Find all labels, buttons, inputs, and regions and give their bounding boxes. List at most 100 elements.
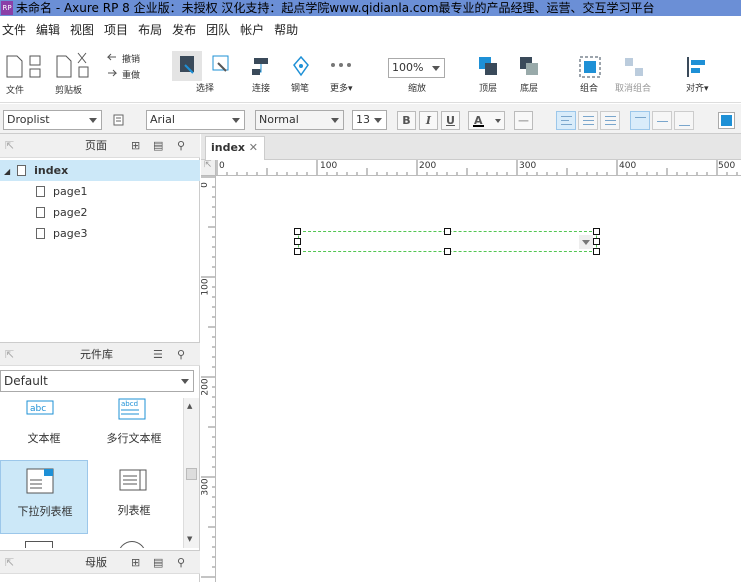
select-tool-button[interactable] [172, 51, 202, 81]
add-folder-icon[interactable]: ▤ [153, 557, 163, 569]
ruler-label: 400 [619, 161, 637, 171]
pen-label: 钢笔 [291, 84, 310, 94]
group-icon[interactable] [578, 55, 602, 79]
collapse-icon[interactable]: ⇱ [5, 349, 14, 361]
chevron-down-icon [331, 118, 339, 123]
valign-bottom-button[interactable] [674, 111, 694, 130]
menu-icon[interactable]: ☰ [153, 349, 163, 361]
format-painter-icon[interactable] [112, 113, 126, 127]
align-right-button[interactable] [600, 111, 620, 130]
page-tree-item-page2[interactable]: page2 [0, 202, 200, 223]
resize-handle[interactable] [593, 228, 600, 235]
select-intersect-icon[interactable] [210, 53, 232, 75]
menu-view[interactable]: 视图 [70, 21, 94, 38]
fill-color-button[interactable] [718, 112, 735, 129]
ruler-label: 100 [201, 278, 211, 296]
font-size-select[interactable]: 13 [352, 110, 387, 130]
scroll-down-icon[interactable]: ▼ [187, 535, 192, 543]
select-arrow-icon [180, 56, 194, 74]
ungroup-icon[interactable] [622, 55, 646, 79]
zoom-select[interactable]: 100% [388, 58, 445, 78]
search-icon[interactable]: ⚲ [177, 140, 185, 152]
close-icon[interactable]: ✕ [249, 137, 258, 159]
add-folder-icon[interactable]: ▤ [153, 140, 163, 152]
pen-icon[interactable] [290, 55, 312, 77]
collapse-icon[interactable]: ⇱ [5, 140, 14, 152]
undo-label[interactable]: 撤销 [122, 52, 140, 65]
menu-project[interactable]: 项目 [104, 21, 128, 38]
pages-panel-header: ⇱ 页面 ⊞ ▤ ⚲ [0, 134, 200, 158]
align-center-button[interactable] [578, 111, 598, 130]
page-tree-item-page3[interactable]: page3 [0, 223, 200, 244]
search-icon[interactable]: ⚲ [177, 349, 185, 361]
send-to-back-icon[interactable] [518, 55, 542, 79]
tab-index[interactable]: index ✕ [205, 136, 265, 160]
connect-label: 连接 [252, 84, 271, 94]
expand-triangle-icon[interactable]: ◢ [4, 167, 10, 176]
scroll-up-icon[interactable]: ▲ [187, 402, 192, 410]
page-tree-item-page1[interactable]: page1 [0, 181, 200, 202]
ungroup-label: 取消组合 [615, 84, 652, 94]
resize-handle[interactable] [593, 248, 600, 255]
page-icon [36, 207, 45, 218]
menu-layout[interactable]: 布局 [138, 21, 162, 38]
menu-team[interactable]: 团队 [206, 21, 230, 38]
ruler-label: 0 [219, 161, 225, 171]
resize-handle[interactable] [593, 238, 600, 245]
resize-handle[interactable] [294, 228, 301, 235]
menu-help[interactable]: 帮助 [274, 21, 298, 38]
widget-listbox[interactable]: 列表框 [90, 460, 178, 534]
ruler-label: 500 [718, 161, 736, 171]
italic-button[interactable]: I [419, 111, 438, 130]
left-panel: ⇱ 页面 ⊞ ▤ ⚲ ◢ index page1 page2 page3 ⇱ 元件… [0, 134, 200, 582]
bullet-button[interactable]: — [514, 111, 533, 130]
resize-handle[interactable] [444, 248, 451, 255]
page-tree-item-index[interactable]: ◢ index [0, 160, 200, 181]
widget-droplist[interactable]: 下拉列表框 [0, 460, 88, 534]
search-icon[interactable]: ⚲ [177, 557, 185, 569]
underline-button[interactable]: U [441, 111, 460, 130]
masters-panel-header: ⇱ 母版 ⊞ ▤ ⚲ [0, 550, 200, 574]
menu-edit[interactable]: 编辑 [36, 21, 60, 38]
undo-redo-icon[interactable] [105, 51, 119, 79]
resize-handle[interactable] [294, 238, 301, 245]
resize-handle[interactable] [294, 248, 301, 255]
font-family-select[interactable]: Arial [146, 110, 245, 130]
more-icon[interactable] [330, 61, 352, 69]
menu-account[interactable]: 帐户 [240, 21, 264, 38]
widget-library-select[interactable]: Default [0, 370, 194, 392]
droplist-icon [26, 468, 54, 494]
bold-button[interactable]: B [397, 111, 416, 130]
resize-handle[interactable] [444, 228, 451, 235]
add-page-icon[interactable]: ⊞ [131, 140, 140, 152]
align-left-button[interactable] [556, 111, 576, 130]
bring-to-front-icon[interactable] [477, 55, 501, 79]
ruler-label: 200 [201, 378, 211, 396]
widget-type-select[interactable]: Droplist [3, 110, 102, 130]
font-color-button[interactable]: A [468, 111, 505, 130]
scroll-thumb[interactable] [186, 468, 197, 480]
align-icon[interactable] [685, 55, 709, 79]
align-label[interactable]: 对齐▾ [686, 81, 709, 94]
redo-label[interactable]: 重做 [122, 68, 140, 81]
connect-icon[interactable] [250, 55, 272, 77]
widgets-panel-header: ⇱ 元件库 ☰ ⚲ [0, 342, 200, 366]
fill-swatch [721, 115, 732, 126]
clipboard-icon[interactable] [54, 51, 94, 81]
valign-top-button[interactable] [630, 111, 650, 130]
file-icon[interactable] [4, 53, 46, 81]
more-label[interactable]: 更多▾ [330, 81, 353, 94]
font-style-select[interactable]: Normal [255, 110, 344, 130]
widget-scrollbar[interactable]: ▲ ▼ [183, 398, 199, 548]
menu-file[interactable]: 文件 [2, 21, 26, 38]
ruler-label: 0 [201, 182, 210, 188]
chevron-down-icon [495, 119, 501, 123]
zoom-label: 缩放 [408, 84, 427, 94]
valign-middle-button[interactable] [652, 111, 672, 130]
widgets-panel-title: 元件库 [80, 348, 113, 361]
group-label: 组合 [580, 84, 599, 94]
collapse-icon[interactable]: ⇱ [5, 557, 14, 569]
masters-panel-title: 母版 [85, 556, 107, 569]
menu-publish[interactable]: 发布 [172, 21, 196, 38]
add-master-icon[interactable]: ⊞ [131, 557, 140, 569]
